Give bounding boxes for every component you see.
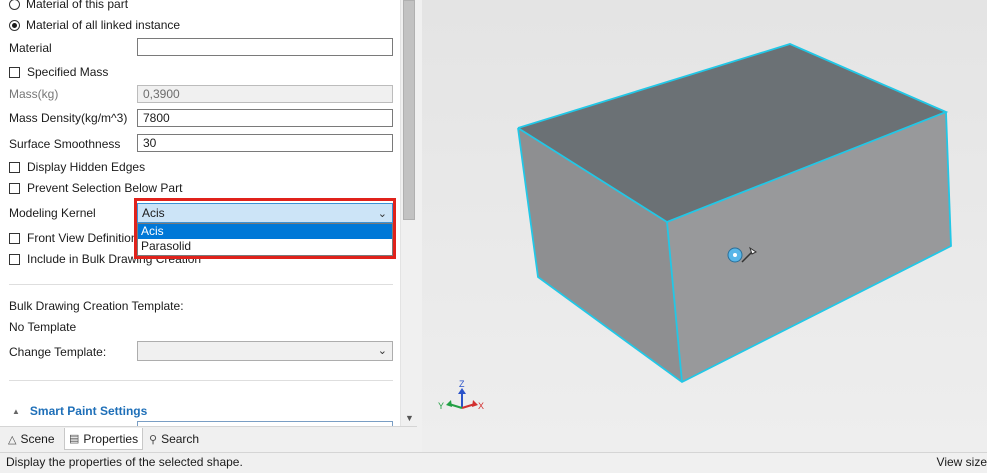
checkbox[interactable] xyxy=(9,232,20,244)
mass-field: 0,3900 xyxy=(137,85,393,103)
viewport-canvas[interactable]: Z Y X xyxy=(422,0,987,452)
tab-scene[interactable]: △ Scene xyxy=(4,428,59,450)
panel-tabbar: △ Scene ▤ Properties ⚲ Search xyxy=(0,426,417,453)
density-label: Mass Density(kg/m^3) xyxy=(9,111,128,125)
modeling-kernel-label: Modeling Kernel xyxy=(9,206,96,220)
specified-mass-checkbox[interactable]: Specified Mass xyxy=(9,65,108,79)
radio-label: Material of all linked instance xyxy=(26,18,181,32)
collapse-triangle-icon[interactable]: ▲ xyxy=(12,407,20,416)
tab-properties[interactable]: ▤ Properties xyxy=(64,428,144,450)
bulk-template-label: Bulk Drawing Creation Template: xyxy=(9,299,184,313)
dropdown-value: Acis xyxy=(142,206,165,220)
chevron-down-icon[interactable]: ⌄ xyxy=(378,205,387,223)
checkbox[interactable] xyxy=(9,182,20,194)
axis-x-label: X xyxy=(478,401,484,411)
view-size-label: View size xyxy=(936,455,987,469)
tab-search[interactable]: ⚲ Search xyxy=(145,428,203,450)
mass-label: Mass(kg) xyxy=(9,87,59,101)
scroll-down-icon[interactable]: ▼ xyxy=(401,410,418,425)
axis-z-label: Z xyxy=(459,379,465,389)
section-title: Smart Paint Settings xyxy=(29,404,148,418)
radio-button[interactable] xyxy=(9,0,20,10)
checkbox[interactable] xyxy=(9,66,20,78)
scrollbar-thumb[interactable] xyxy=(403,0,415,220)
checkbox-label: Front View Definition xyxy=(27,231,138,245)
checkbox-label: Specified Mass xyxy=(27,65,109,79)
properties-icon: ▤ xyxy=(69,433,80,445)
divider xyxy=(9,380,393,381)
divider xyxy=(9,284,393,285)
smoothness-label: Surface Smoothness xyxy=(9,137,121,151)
material-field[interactable] xyxy=(137,38,393,56)
display-hidden-edges-checkbox[interactable]: Display Hidden Edges xyxy=(9,160,145,174)
search-icon: ⚲ xyxy=(149,433,158,446)
prevent-selection-checkbox[interactable]: Prevent Selection Below Part xyxy=(9,181,182,195)
checkbox-label: Prevent Selection Below Part xyxy=(27,181,183,195)
radio-button-selected[interactable] xyxy=(9,19,20,31)
tab-label: Scene xyxy=(20,432,55,446)
option-parasolid[interactable]: Parasolid xyxy=(138,239,392,254)
tab-label: Properties xyxy=(83,431,139,446)
change-template-dropdown[interactable]: ⌄ xyxy=(137,341,393,361)
properties-panel: Material of this part Material of all li… xyxy=(0,0,400,426)
panel-scrollbar[interactable]: ▼ xyxy=(400,0,418,426)
checkbox-label: Display Hidden Edges xyxy=(27,160,146,174)
density-field[interactable]: 7800 xyxy=(137,109,393,127)
radio-label: Material of this part xyxy=(26,0,129,11)
axis-y-label: Y xyxy=(438,401,444,411)
no-template-text: No Template xyxy=(9,320,77,334)
checkbox[interactable] xyxy=(9,253,20,265)
scene-icon: △ xyxy=(8,433,17,446)
smoothness-field[interactable]: 30 xyxy=(137,134,393,152)
material-label: Material xyxy=(9,41,52,55)
front-view-definition-checkbox[interactable]: Front View Definition xyxy=(9,231,138,245)
modeling-kernel-options: Acis Parasolid xyxy=(137,223,393,256)
modeling-kernel-dropdown[interactable]: Acis ⌄ xyxy=(137,203,393,223)
checkbox[interactable] xyxy=(9,161,20,173)
3d-viewport[interactable]: Z Y X xyxy=(422,0,987,452)
chevron-down-icon[interactable]: ⌄ xyxy=(378,344,387,357)
status-text: Display the properties of the selected s… xyxy=(6,455,243,469)
tab-label: Search xyxy=(161,432,200,446)
option-acis[interactable]: Acis xyxy=(138,224,392,239)
radio-material-all-linked[interactable]: Material of all linked instance xyxy=(9,18,180,32)
change-template-label: Change Template: xyxy=(9,345,107,359)
radio-material-this-part[interactable]: Material of this part xyxy=(9,0,128,11)
smart-paint-section-header[interactable]: ▲ Smart Paint Settings xyxy=(12,404,147,418)
status-bar: Display the properties of the selected s… xyxy=(0,452,987,473)
